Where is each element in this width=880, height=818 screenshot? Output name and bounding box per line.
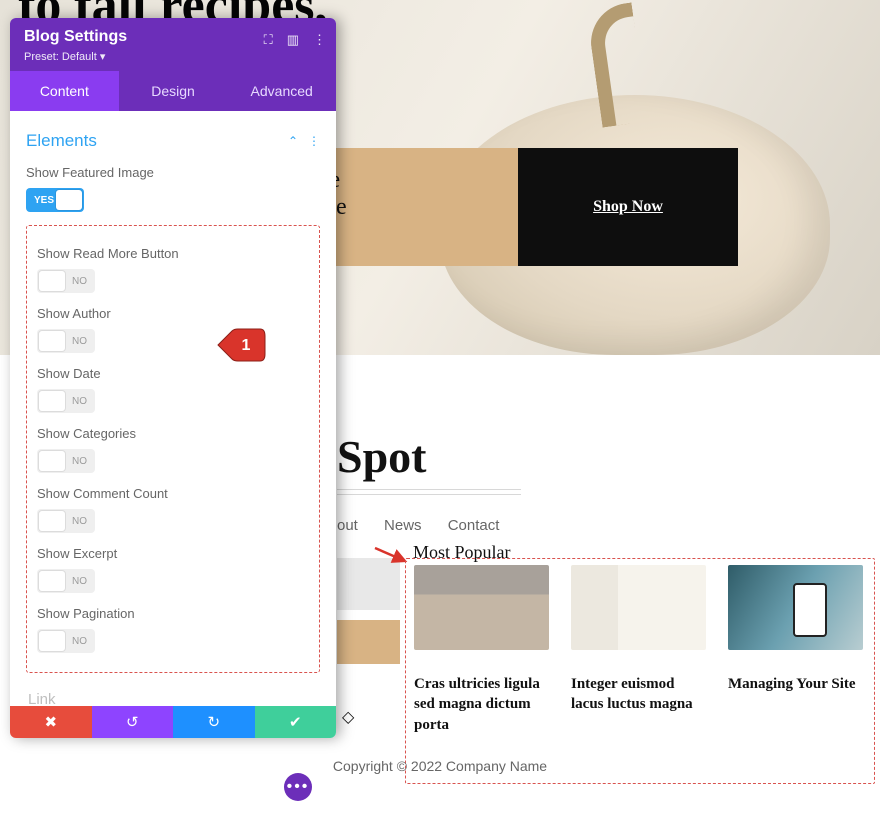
toggle-comment-count[interactable]: NO [37, 509, 95, 533]
shop-now-button[interactable]: Shop Now [518, 148, 738, 266]
toggle-featured-image[interactable]: YES [26, 188, 84, 212]
columns-icon[interactable]: ▥ [287, 32, 299, 48]
section-title: Elements [26, 131, 97, 151]
section-elements-header[interactable]: Elements ⌃ ⋮ [26, 131, 320, 151]
option-label: Show Date [37, 366, 309, 381]
annotation-arrow-icon [373, 546, 409, 564]
redo-button[interactable]: ↻ [173, 706, 255, 738]
nav-contact[interactable]: Contact [448, 517, 500, 534]
more-vert-icon[interactable]: ⋮ [313, 32, 326, 48]
toggle-state: NO [72, 456, 87, 467]
divider [337, 494, 521, 495]
toggle-state: NO [72, 276, 87, 287]
chevron-up-icon[interactable]: ⌃ [288, 134, 298, 148]
tab-content[interactable]: Content [10, 71, 119, 111]
panel-footer-actions: ✖ ↺ ↻ ✔ [10, 706, 336, 738]
option-show-featured-image: Show Featured Image YES [26, 165, 320, 215]
option-show-comment-count: Show Comment Count NO [37, 486, 309, 536]
toggle-read-more[interactable]: NO [37, 269, 95, 293]
toggle-state: NO [72, 516, 87, 527]
panel-preset[interactable]: Preset: Default ▾ [24, 50, 322, 63]
blog-title: Spot [337, 430, 521, 483]
toggle-pagination[interactable]: NO [37, 629, 95, 653]
option-show-pagination: Show Pagination NO [37, 606, 309, 656]
toggle-author[interactable]: NO [37, 329, 95, 353]
option-label: Show Pagination [37, 606, 309, 621]
option-label: Show Read More Button [37, 246, 309, 261]
sidebar-gray-block [337, 558, 400, 610]
redo-icon: ↻ [207, 713, 220, 731]
toggle-state: NO [72, 336, 87, 347]
toggle-state: NO [72, 636, 87, 647]
site-nav: out News Contact [337, 517, 521, 534]
nav-news[interactable]: News [384, 517, 422, 534]
undo-button[interactable]: ↺ [92, 706, 174, 738]
blog-heading-area: Spot out News Contact Most Popular [337, 430, 521, 563]
tab-advanced[interactable]: Advanced [227, 71, 336, 111]
option-label: Show Comment Count [37, 486, 309, 501]
undo-icon: ↺ [126, 713, 139, 731]
toggle-state: YES [34, 195, 54, 206]
post-title[interactable]: Managing Your Site [728, 674, 863, 694]
toggle-excerpt[interactable]: NO [37, 569, 95, 593]
toggle-knob [56, 190, 82, 210]
toggle-state: NO [72, 576, 87, 587]
panel-header[interactable]: Blog Settings Preset: Default ▾ ⛶ ▥ ⋮ [10, 18, 336, 71]
highlighted-options-group: Show Read More Button NO Show Author NO … [26, 225, 320, 673]
toggle-state: NO [72, 396, 87, 407]
option-label: Show Author [37, 306, 309, 321]
tab-design[interactable]: Design [119, 71, 228, 111]
option-show-categories: Show Categories NO [37, 426, 309, 476]
close-icon: ✖ [44, 713, 57, 731]
more-vert-icon[interactable]: ⋮ [308, 134, 320, 148]
nav-about[interactable]: out [337, 517, 358, 534]
sidebar-tan-block [337, 620, 400, 664]
section-link-header[interactable]: Link [28, 691, 318, 706]
option-label: Show Excerpt [37, 546, 309, 561]
toggle-categories[interactable]: NO [37, 449, 95, 473]
option-label: Show Categories [37, 426, 309, 441]
toggle-date[interactable]: NO [37, 389, 95, 413]
builder-fab-button[interactable]: ••• [284, 773, 312, 801]
expand-icon[interactable]: ⛶ [264, 32, 273, 48]
post-thumbnail [571, 565, 706, 650]
cancel-button[interactable]: ✖ [10, 706, 92, 738]
panel-body: Elements ⌃ ⋮ Show Featured Image YES Sho… [10, 111, 336, 706]
option-show-date: Show Date NO [37, 366, 309, 416]
copyright-text: Copyright © 2022 Company Name [333, 758, 547, 774]
post-thumbnail [728, 565, 863, 650]
save-button[interactable]: ✔ [255, 706, 337, 738]
divider [337, 489, 521, 490]
option-show-read-more: Show Read More Button NO [37, 246, 309, 296]
blog-settings-panel: Blog Settings Preset: Default ▾ ⛶ ▥ ⋮ Co… [10, 18, 336, 738]
callout-number: 1 [242, 337, 251, 354]
annotation-callout-1: 1 [216, 328, 266, 362]
option-label: Show Featured Image [26, 165, 320, 180]
check-icon: ✔ [289, 713, 302, 731]
post-thumbnail [414, 565, 549, 650]
settings-tabs: Content Design Advanced [10, 71, 336, 111]
option-show-author: Show Author NO [37, 306, 309, 356]
option-show-excerpt: Show Excerpt NO [37, 546, 309, 596]
